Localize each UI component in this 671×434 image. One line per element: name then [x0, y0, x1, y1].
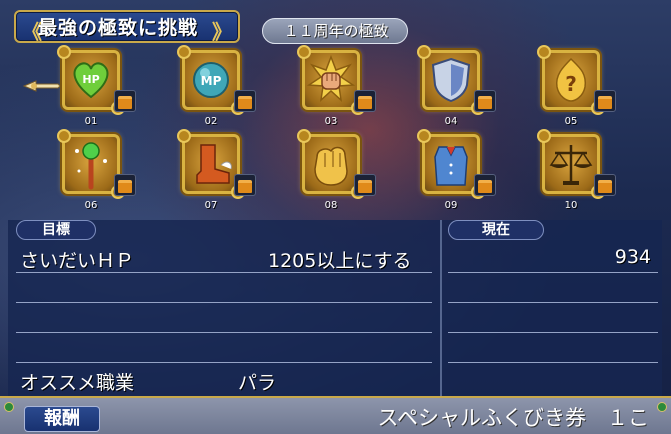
- magic-staff-icon: [75, 142, 107, 190]
- challenge-tile-05[interactable]: ? 05: [532, 45, 618, 128]
- boot-icon: [196, 144, 232, 184]
- title-plate: 《 最強の極致に挑戦 》: [14, 10, 240, 44]
- challenge-frame: [57, 129, 125, 199]
- svg-text:?: ?: [565, 72, 577, 96]
- challenge-number: 06: [84, 200, 98, 211]
- challenge-number: 03: [324, 116, 338, 127]
- row-divider: [448, 362, 658, 363]
- challenge-frame: HP: [57, 45, 125, 115]
- recommended-job-label: オススメ職業: [20, 372, 135, 394]
- challenge-tile-10[interactable]: 10: [532, 129, 618, 212]
- challenge-number: 05: [564, 116, 578, 127]
- tab-anniversary-label: １１周年の極致: [283, 22, 389, 40]
- top-bar: 《 最強の極致に挑戦 》 １１周年の極致: [0, 6, 671, 46]
- column-divider: [440, 220, 442, 396]
- target-header: 目標: [16, 220, 96, 240]
- challenge-number: 08: [324, 200, 338, 211]
- challenge-grid: HP 01 MP 02 03 04 ? 05 06 07 08 09 10: [0, 45, 671, 216]
- row-divider: [448, 332, 658, 333]
- reward-bar: 報酬 スペシャルふくびき券 １こ: [0, 396, 671, 434]
- challenge-number: 07: [204, 200, 218, 211]
- row-divider: [16, 302, 432, 303]
- goal-stat-name: さいだいＨＰ: [20, 250, 135, 272]
- row-divider: [448, 272, 658, 273]
- treasure-chest-icon: [114, 90, 136, 112]
- challenge-number: 04: [444, 116, 458, 127]
- reward-label: 報酬: [44, 408, 80, 429]
- treasure-chest-icon: [114, 174, 136, 196]
- treasure-chest-icon: [594, 174, 616, 196]
- challenge-tile-03[interactable]: 03: [292, 45, 378, 128]
- vest-icon: [434, 146, 468, 186]
- row-divider: [16, 272, 432, 273]
- corner-ornament-icon: [4, 402, 14, 412]
- challenge-tile-04[interactable]: 04: [412, 45, 498, 128]
- row-divider: [448, 302, 658, 303]
- treasure-chest-icon: [594, 90, 616, 112]
- challenge-number: 01: [84, 116, 98, 127]
- row-divider: [16, 332, 432, 333]
- challenge-frame: [177, 129, 245, 199]
- fist-burst-icon: [306, 54, 356, 102]
- challenge-tile-06[interactable]: 06: [52, 129, 138, 212]
- flame-question-icon: ?: [555, 57, 587, 102]
- svg-text:HP: HP: [82, 73, 99, 86]
- challenge-number: 02: [204, 116, 218, 127]
- challenge-frame: [297, 45, 365, 115]
- challenge-frame: [297, 129, 365, 199]
- glove-icon: [314, 146, 348, 186]
- goal-stat-requirement: 1205以上にする: [268, 250, 412, 272]
- treasure-chest-icon: [354, 90, 376, 112]
- reward-label-tag: 報酬: [24, 406, 100, 432]
- challenge-frame: ?: [537, 45, 605, 115]
- treasure-chest-icon: [234, 174, 256, 196]
- goal-panel: 目標 現在 さいだいＨＰ 1205以上にする 934 オススメ職業 パラ: [0, 216, 671, 396]
- treasure-chest-icon: [234, 90, 256, 112]
- shield-icon: [431, 57, 471, 103]
- current-header: 現在: [448, 220, 544, 240]
- recommended-job-value: パラ: [238, 372, 277, 394]
- challenge-tile-02[interactable]: MP 02: [172, 45, 258, 128]
- challenge-tile-07[interactable]: 07: [172, 129, 258, 212]
- challenge-number: 09: [444, 200, 458, 211]
- page-title: 最強の極致に挑戦: [38, 17, 199, 39]
- challenge-frame: MP: [177, 45, 245, 115]
- treasure-chest-icon: [474, 174, 496, 196]
- challenge-frame: [417, 45, 485, 115]
- reward-item: スペシャルふくびき券 １こ: [377, 406, 649, 430]
- row-divider: [16, 362, 432, 363]
- hp-heart-icon: HP: [73, 62, 109, 99]
- title-right-ornament: 》: [212, 20, 232, 44]
- svg-text:MP: MP: [201, 74, 222, 88]
- scales-icon: [549, 145, 593, 185]
- challenge-frame: [537, 129, 605, 199]
- challenge-tile-09[interactable]: 09: [412, 129, 498, 212]
- treasure-chest-icon: [354, 174, 376, 196]
- treasure-chest-icon: [474, 90, 496, 112]
- challenge-tile-01[interactable]: HP 01: [52, 45, 138, 128]
- tab-anniversary[interactable]: １１周年の極致: [262, 18, 408, 44]
- goal-current-value: 934: [614, 246, 651, 268]
- corner-ornament-icon: [657, 402, 667, 412]
- challenge-tile-08[interactable]: 08: [292, 129, 378, 212]
- mp-orb-icon: MP: [193, 62, 229, 98]
- challenge-number: 10: [564, 200, 578, 211]
- challenge-frame: [417, 129, 485, 199]
